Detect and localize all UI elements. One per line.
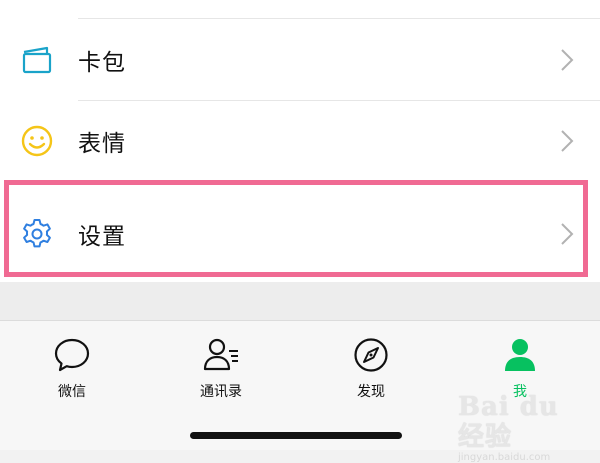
menu-item-label: 卡包 bbox=[78, 50, 126, 76]
watermark-url: jingyan.baidu.com bbox=[458, 452, 551, 463]
tab-label: 发现 bbox=[357, 384, 385, 400]
chevron-right-icon bbox=[561, 130, 574, 152]
tab-label: 通讯录 bbox=[200, 384, 242, 400]
menu-item-card-wallet[interactable]: 卡包 bbox=[0, 20, 600, 100]
tab-contacts[interactable]: 通讯录 bbox=[161, 335, 281, 405]
smiley-icon bbox=[21, 125, 53, 157]
menu-item-stickers[interactable]: 表情 bbox=[0, 101, 600, 181]
menu-item-label: 设置 bbox=[78, 224, 126, 250]
chevron-right-icon bbox=[561, 223, 574, 245]
gear-icon bbox=[23, 219, 51, 248]
card-wallet-icon bbox=[22, 46, 52, 74]
menu-item-label: 表情 bbox=[78, 131, 126, 157]
tab-chats[interactable]: 微信 bbox=[12, 335, 132, 405]
chevron-right-icon bbox=[561, 49, 574, 71]
me-menu: 卡包 表情 设置 bbox=[0, 0, 600, 282]
compass-icon bbox=[354, 338, 388, 372]
watermark-brand: Bai du 经验 bbox=[458, 392, 559, 452]
divider bbox=[78, 18, 600, 19]
contacts-icon bbox=[203, 338, 238, 371]
tab-label: 微信 bbox=[58, 384, 86, 400]
person-icon bbox=[505, 339, 535, 371]
tab-discover[interactable]: 发现 bbox=[311, 335, 431, 405]
watermark: Bai du 经验 jingyan.baidu.com bbox=[458, 392, 578, 463]
menu-item-settings[interactable]: 设置 bbox=[0, 194, 600, 274]
home-indicator[interactable] bbox=[190, 432, 402, 439]
section-gap bbox=[0, 282, 600, 320]
chat-bubble-icon bbox=[54, 338, 90, 372]
